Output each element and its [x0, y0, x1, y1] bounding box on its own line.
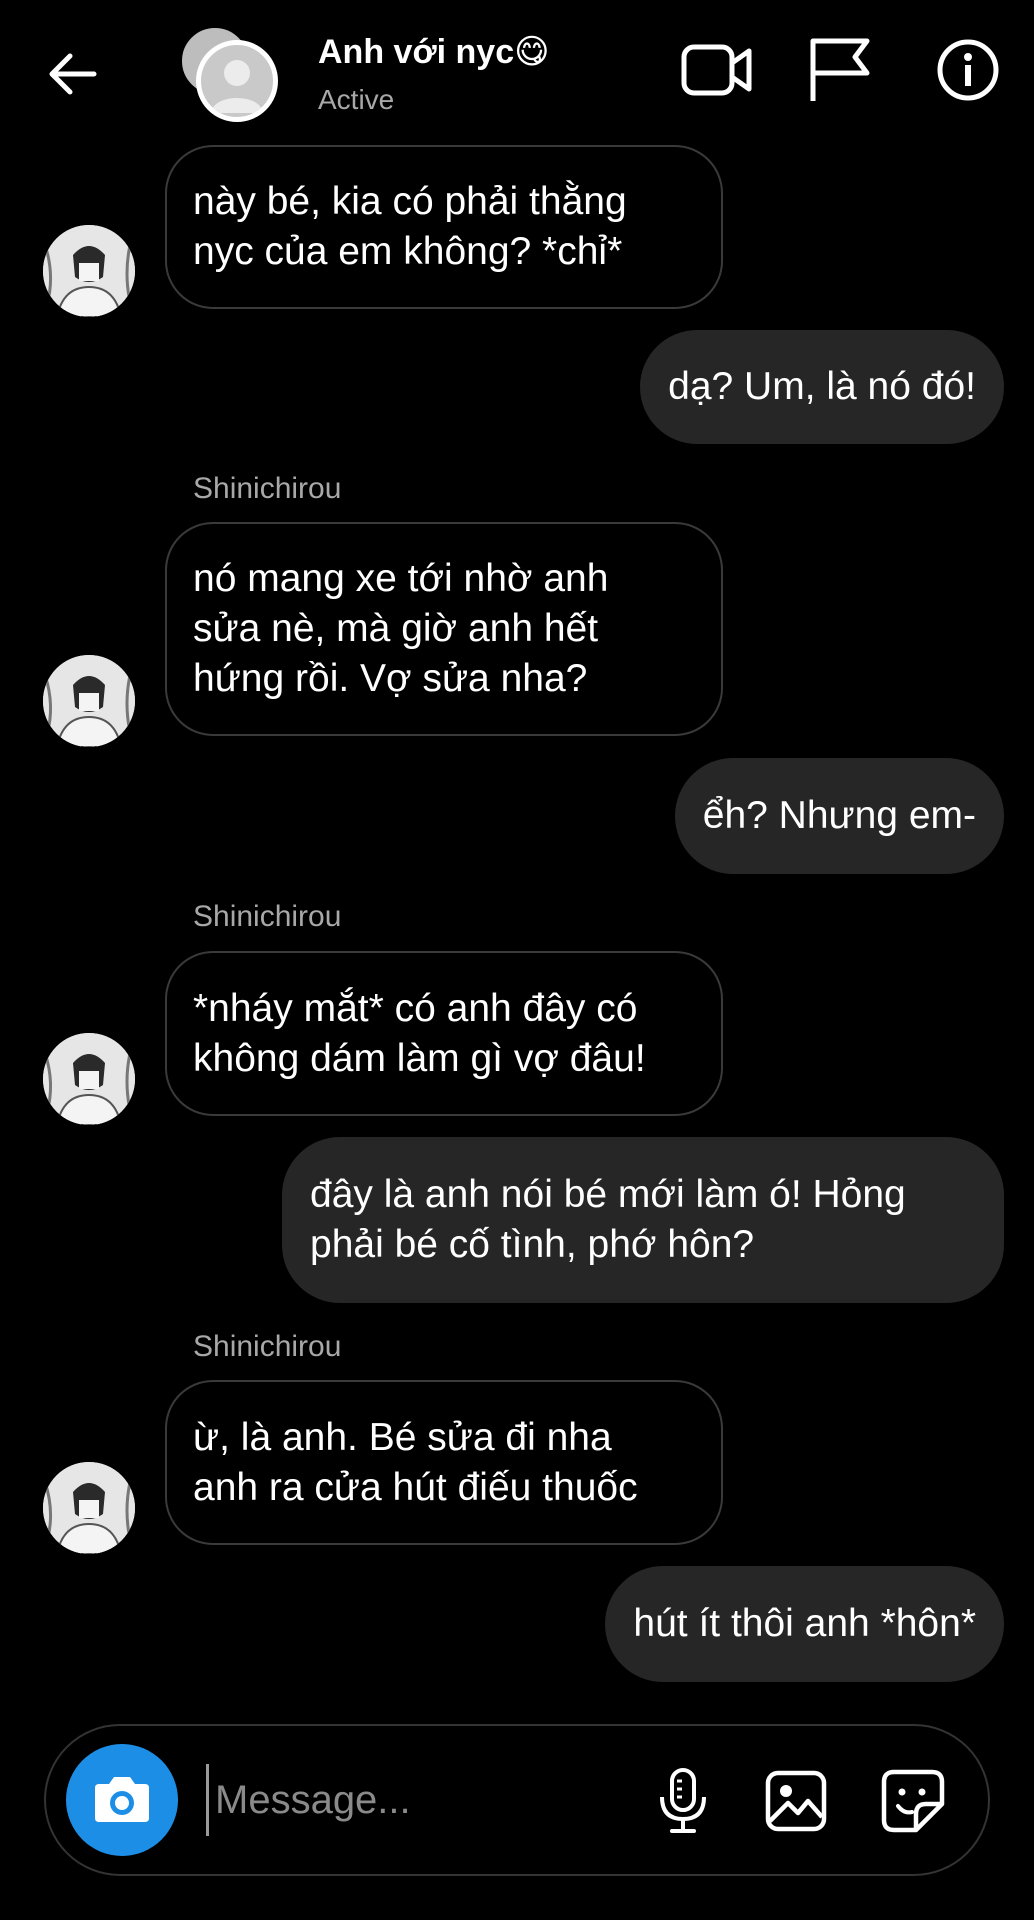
- incoming-message-bubble[interactable]: nó mang xe tới nhờ anh sửa nè, mà giờ an…: [165, 522, 723, 736]
- sender-name: Shinichirou: [193, 900, 342, 933]
- message-line: hứng rồi. Vợ sửa nha?: [193, 657, 588, 700]
- message-line: không dám làm gì vợ đâu!: [193, 1036, 646, 1080]
- sender-avatar[interactable]: [43, 1033, 135, 1125]
- incoming-message-bubble[interactable]: ừ, là anh. Bé sửa đi nha anh ra cửa hút …: [165, 1380, 723, 1545]
- voice-message-button[interactable]: [646, 1764, 720, 1838]
- message-line: đây là anh nói bé mới làm ó! Hỏng: [310, 1173, 906, 1216]
- message-line: dạ? Um, là nó đó!: [668, 365, 976, 408]
- microphone-icon: [660, 1768, 706, 1833]
- outgoing-message-bubble[interactable]: hút ít thôi anh *hôn*: [605, 1566, 1004, 1682]
- info-icon: [937, 39, 999, 101]
- message-line: ểh? Nhưng em-: [702, 794, 976, 837]
- sender-avatar[interactable]: [43, 655, 135, 747]
- back-button[interactable]: [42, 46, 102, 102]
- outgoing-message-bubble[interactable]: dạ? Um, là nó đó!: [640, 330, 1004, 444]
- message-composer: [44, 1724, 990, 1876]
- chat-header: Anh với nyc😋 Active: [0, 0, 1034, 140]
- group-avatar[interactable]: [178, 24, 278, 124]
- sender-name: Shinichirou: [193, 1330, 342, 1363]
- sender-name: Shinichirou: [193, 472, 342, 505]
- back-arrow-icon: [49, 53, 97, 95]
- camera-button[interactable]: [66, 1744, 178, 1856]
- photo-icon: [765, 1770, 827, 1832]
- avatar-front: [196, 40, 278, 122]
- report-button[interactable]: [800, 34, 880, 106]
- sender-avatar[interactable]: [43, 1462, 135, 1554]
- flag-icon: [810, 38, 870, 101]
- sender-avatar[interactable]: [43, 225, 135, 317]
- sticker-button[interactable]: [876, 1764, 950, 1838]
- message-input[interactable]: [206, 1764, 636, 1836]
- camera-icon: [95, 1777, 149, 1822]
- message-line: nó mang xe tới nhờ anh: [193, 557, 609, 600]
- chat-title[interactable]: Anh với nyc😋: [318, 32, 550, 72]
- message-line: nyc của em không? *chỉ*: [193, 230, 623, 273]
- message-line: hút ít thôi anh *hôn*: [633, 1602, 976, 1645]
- outgoing-message-bubble[interactable]: ểh? Nhưng em-: [674, 758, 1004, 874]
- message-line: phải bé cố tình, phớ hôn?: [310, 1223, 755, 1266]
- message-line: này bé, kia có phải thằng: [193, 180, 627, 223]
- incoming-message-bubble[interactable]: *nháy mắt* có anh đây có không dám làm g…: [165, 951, 723, 1116]
- message-line: *nháy mắt* có anh đây có: [193, 986, 638, 1030]
- video-call-icon: [681, 44, 752, 96]
- outgoing-message-bubble[interactable]: đây là anh nói bé mới làm ó! Hỏng phải b…: [282, 1137, 1004, 1303]
- message-line: anh ra cửa hút điếu thuốc: [193, 1465, 638, 1509]
- message-line: ừ, là anh. Bé sửa đi nha: [193, 1415, 612, 1459]
- gallery-button[interactable]: [759, 1764, 833, 1838]
- incoming-message-bubble[interactable]: này bé, kia có phải thằng nyc của em khô…: [165, 145, 723, 309]
- info-button[interactable]: [928, 34, 1008, 106]
- sticker-icon: [881, 1769, 945, 1833]
- message-line: sửa nè, mà giờ anh hết: [193, 607, 599, 650]
- video-call-button[interactable]: [677, 34, 757, 106]
- active-status: Active: [318, 84, 395, 115]
